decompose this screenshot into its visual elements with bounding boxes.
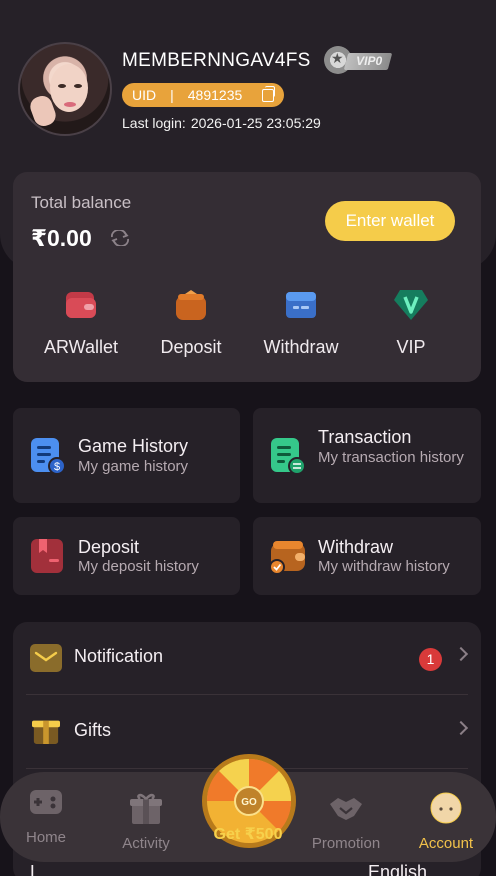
card-subtitle: My withdraw history [318, 558, 450, 575]
withdraw-card-icon [286, 292, 316, 318]
vip-diamond-icon [394, 290, 428, 320]
notification-label: Notification [74, 646, 164, 666]
username: MEMBERNNGAV4FS [122, 50, 311, 71]
card-title: Withdraw [318, 537, 394, 557]
uid-separator: | [170, 87, 174, 103]
card-subtitle: My deposit history [78, 558, 199, 575]
svg-text:$: $ [54, 461, 60, 473]
partial-row-value: English [368, 862, 428, 876]
wallet-item-label: ARWallet [43, 337, 119, 357]
promo-wheel-label[interactable]: Get ₹500 [198, 824, 298, 844]
wallet-item-arwallet[interactable]: ARWallet [26, 288, 136, 358]
last-login-label: Last login: [122, 115, 186, 131]
account-face-icon [430, 792, 462, 824]
gamepad-icon [30, 790, 62, 814]
refresh-icon[interactable] [109, 230, 131, 246]
handshake-icon [330, 798, 362, 820]
gift-icon [32, 720, 60, 744]
tab-label: Activity [122, 835, 170, 852]
tab-label: Promotion [311, 835, 381, 852]
enter-wallet-button[interactable]: Enter wallet [325, 201, 455, 241]
wallet-item-deposit[interactable]: Deposit [136, 288, 246, 358]
last-login: Last login: 2026-01-25 23:05:29 [122, 115, 321, 131]
mail-icon [30, 644, 62, 672]
partial-row-label: L [30, 862, 41, 876]
wallet-item-vip[interactable]: VIP [356, 288, 466, 358]
uid-value: 4891235 [187, 87, 243, 103]
copy-icon[interactable] [262, 85, 276, 102]
last-login-value: 2026-01-25 23:05:29 [190, 115, 321, 131]
withdraw-history-icon [269, 541, 305, 575]
gifts-label: Gifts [74, 720, 112, 740]
notification-count-badge: 1 [419, 648, 442, 671]
chevron-right-icon [453, 646, 469, 662]
balance-amount: ₹0.00 [31, 225, 92, 251]
tab-home[interactable]: Home [6, 786, 86, 846]
balance-label: Total balance [31, 193, 132, 212]
divider [26, 694, 468, 695]
wallet-shortcuts: ARWallet Deposit Withdraw VIP [13, 288, 481, 358]
chevron-right-icon [453, 720, 469, 736]
wallet-item-label: Deposit [160, 337, 222, 357]
tab-promotion[interactable]: Promotion [306, 792, 386, 852]
tab-activity[interactable]: Activity [106, 792, 186, 852]
wallet-item-label: Withdraw [263, 337, 339, 357]
wheel-center-label: GO [241, 797, 257, 808]
card-title: Deposit [78, 537, 140, 557]
balance-card: Total balance ₹0.00 Enter wallet ARWalle… [13, 172, 481, 382]
notification-row[interactable]: Notification 1 [26, 622, 469, 694]
wallet-item-withdraw[interactable]: Withdraw [246, 288, 356, 358]
gift-box-icon [130, 793, 162, 824]
deposit-history-card[interactable]: Deposit My deposit history [13, 517, 240, 595]
card-subtitle: My transaction history [318, 449, 464, 466]
uid-label: UID [132, 87, 157, 103]
tab-label: Account [418, 835, 474, 852]
avatar[interactable] [18, 42, 112, 136]
transaction-card[interactable]: Transaction My transaction history [253, 408, 481, 503]
game-history-card[interactable]: $ Game History My game history [13, 408, 240, 503]
arwallet-icon [66, 292, 96, 318]
deposit-history-icon [31, 539, 63, 573]
profile-header: MEMBERNNGAV4FS ★ VIP0 UID | 4891235 Last… [18, 40, 478, 140]
game-history-icon: $ [31, 438, 65, 474]
wallet-item-label: VIP [396, 337, 426, 357]
deposit-bag-icon [176, 290, 206, 320]
card-subtitle: My game history [78, 458, 189, 475]
vip-level-label: VIP0 [356, 54, 383, 68]
transaction-icon [271, 438, 305, 474]
withdraw-history-card[interactable]: Withdraw My withdraw history [253, 517, 481, 595]
tab-label: Home [25, 829, 66, 846]
tab-account[interactable]: Account [406, 792, 486, 852]
uid-pill: UID | 4891235 [122, 83, 285, 107]
card-title: Game History [78, 436, 189, 456]
card-title: Transaction [318, 427, 412, 447]
vip-level-badge: ★ VIP0 [324, 46, 393, 74]
